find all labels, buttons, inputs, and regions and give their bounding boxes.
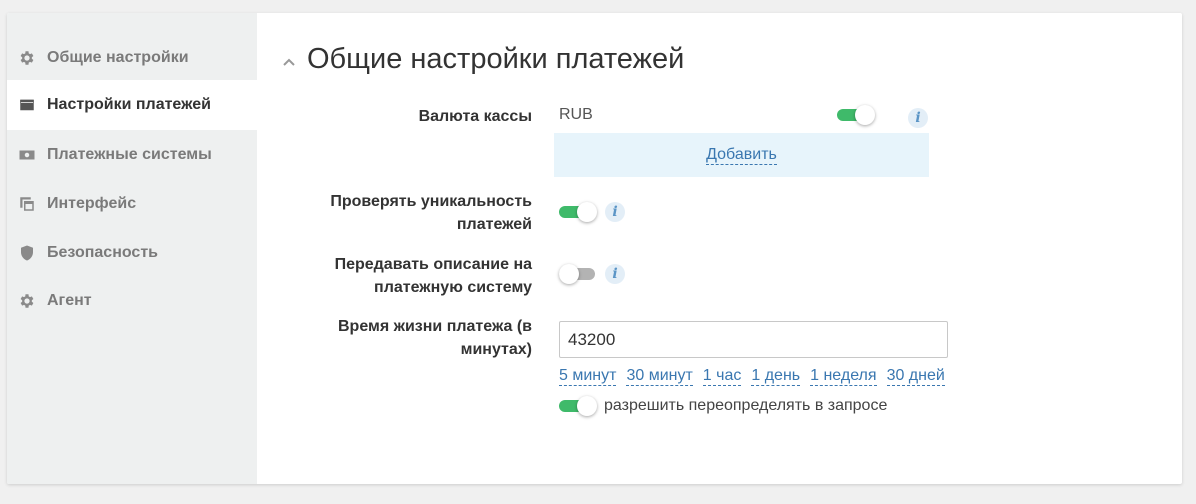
lifetime-label: Время жизни платежа (в минутах) [337,318,532,358]
sidebar-item-label: Интерфейс [47,195,137,212]
section-header[interactable]: Общие настройки платежей [281,43,684,76]
sidebar-item-payment-systems[interactable]: Платежные системы [7,130,257,180]
override-label: разрешить переопределять в запросе [604,397,888,414]
info-icon[interactable]: i [605,202,625,222]
settings-panel: Общие настройки Настройки платежей Плате… [7,13,1182,484]
sidebar-item-payment-settings[interactable]: Настройки платежей [7,80,257,130]
sidebar-item-label: Платежные системы [47,146,212,163]
preset-5-minutes[interactable]: 5 минут [559,367,617,386]
banknote-icon [17,145,37,165]
sidebar-item-label: Агент [47,292,92,309]
shield-icon [17,243,37,263]
preset-30-days[interactable]: 30 дней [886,367,945,386]
window-icon [17,194,37,214]
send-description-label: Передавать описание на платежную систему [334,256,532,296]
currency-toggle[interactable] [837,105,875,125]
add-currency-button[interactable]: Добавить [706,146,777,165]
gear-icon [17,48,37,68]
page-title: Общие настройки платежей [307,43,685,75]
sidebar-item-security[interactable]: Безопасность [7,228,257,278]
sidebar-item-label: Безопасность [47,244,158,261]
sidebar-item-interface[interactable]: Интерфейс [7,179,257,229]
main-content: Общие настройки платежей Валюта кассы RU… [257,13,1182,484]
unique-check-label: Проверять уникальность платежей [330,193,532,233]
unique-check-toggle[interactable] [559,202,597,222]
preset-30-minutes[interactable]: 30 минут [626,367,693,386]
override-toggle[interactable] [559,396,597,416]
preset-1-hour[interactable]: 1 час [702,367,742,386]
currency-value: RUB [559,106,593,123]
send-description-toggle[interactable] [559,264,597,284]
sidebar-item-label: Общие настройки [47,49,189,66]
chevron-up-icon[interactable] [281,54,297,70]
info-icon[interactable]: i [908,108,928,128]
gear-icon [17,291,37,311]
sidebar-item-agent[interactable]: Агент [7,276,257,326]
wallet-icon [17,95,37,115]
sidebar: Общие настройки Настройки платежей Плате… [7,13,257,484]
lifetime-input[interactable] [559,321,948,358]
sidebar-item-label: Настройки платежей [47,96,211,113]
preset-1-week[interactable]: 1 неделя [810,367,877,386]
lifetime-presets: 5 минут 30 минут 1 час 1 день 1 неделя 3… [559,367,945,386]
sidebar-item-general[interactable]: Общие настройки [7,33,257,83]
preset-1-day[interactable]: 1 день [751,367,801,386]
add-currency-area: Добавить [554,133,929,177]
info-icon[interactable]: i [605,264,625,284]
currency-label: Валюта кассы [418,108,532,125]
